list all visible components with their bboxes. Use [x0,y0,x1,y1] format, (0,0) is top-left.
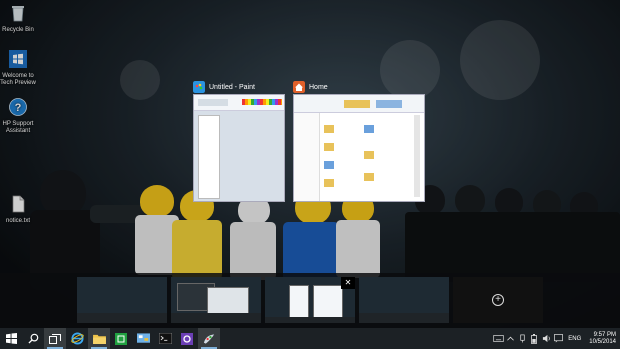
window-title: Untitled - Paint [209,83,255,91]
explorer-window-preview [293,94,425,202]
show-hidden-icons-button[interactable] [504,336,516,341]
taskbar-visual-studio[interactable] [176,328,198,349]
clock-date: 10/5/2014 [589,338,616,345]
network-button[interactable] [516,334,528,343]
chevron-up-icon [506,336,514,341]
paint-icon [203,333,214,344]
store-icon [115,332,127,345]
task-view-overlay: Untitled - Paint Home ✕ + [0,0,620,328]
taskbar-command-prompt[interactable] [154,328,176,349]
task-view-button[interactable] [44,328,66,349]
window-thumbnail-header: Home [293,80,425,94]
close-desktop-icon[interactable]: ✕ [341,277,355,289]
taskbar-store[interactable] [110,328,132,349]
keyboard-button[interactable] [492,335,504,342]
keyboard-icon [493,335,504,342]
window-thumbnail-home[interactable]: Home [293,80,425,202]
search-icon [27,333,38,344]
action-center-button[interactable] [552,334,564,343]
new-desktop-button[interactable]: + [453,277,543,323]
file-explorer-icon [92,334,106,344]
volume-icon [542,334,550,343]
taskbar-paint[interactable] [198,328,220,349]
add-icon: + [492,294,504,306]
control-panel-icon [136,332,150,343]
taskbar: ENG 9:57 PM 10/5/2014 [0,328,620,349]
network-icon [520,334,525,343]
task-view-icon [49,333,61,344]
taskbar-file-explorer[interactable] [88,328,110,349]
virtual-desktop-thumbnail[interactable] [171,277,261,323]
search-button[interactable] [22,328,44,349]
input-language-indicator[interactable]: ENG [564,336,585,342]
clock-time: 9:57 PM [593,331,616,338]
system-tray: ENG 9:57 PM 10/5/2014 [492,328,620,349]
clock[interactable]: 9:57 PM 10/5/2014 [585,332,620,346]
virtual-desktop-thumbnail[interactable] [77,277,167,323]
paint-icon [193,81,205,93]
virtual-desktop-strip: ✕ + [0,273,620,328]
window-title: Home [309,83,328,91]
virtual-desktop-thumbnail-current[interactable]: ✕ [265,277,355,323]
message-icon [553,334,563,343]
internet-explorer-icon [70,332,84,345]
taskbar-internet-explorer[interactable] [66,328,88,349]
window-thumbnail-paint[interactable]: Untitled - Paint [193,80,285,202]
paint-window-preview [193,94,285,202]
start-icon [5,333,17,344]
visual-studio-icon [181,332,193,345]
virtual-desktop-thumbnail[interactable] [359,277,449,323]
start-button[interactable] [0,328,22,349]
home-icon [293,81,305,93]
battery-button[interactable] [528,333,540,344]
window-thumbnail-header: Untitled - Paint [193,80,285,94]
battery-icon [531,333,538,344]
command-prompt-icon [158,333,172,344]
volume-button[interactable] [540,334,552,343]
taskbar-control-panel[interactable] [132,328,154,349]
